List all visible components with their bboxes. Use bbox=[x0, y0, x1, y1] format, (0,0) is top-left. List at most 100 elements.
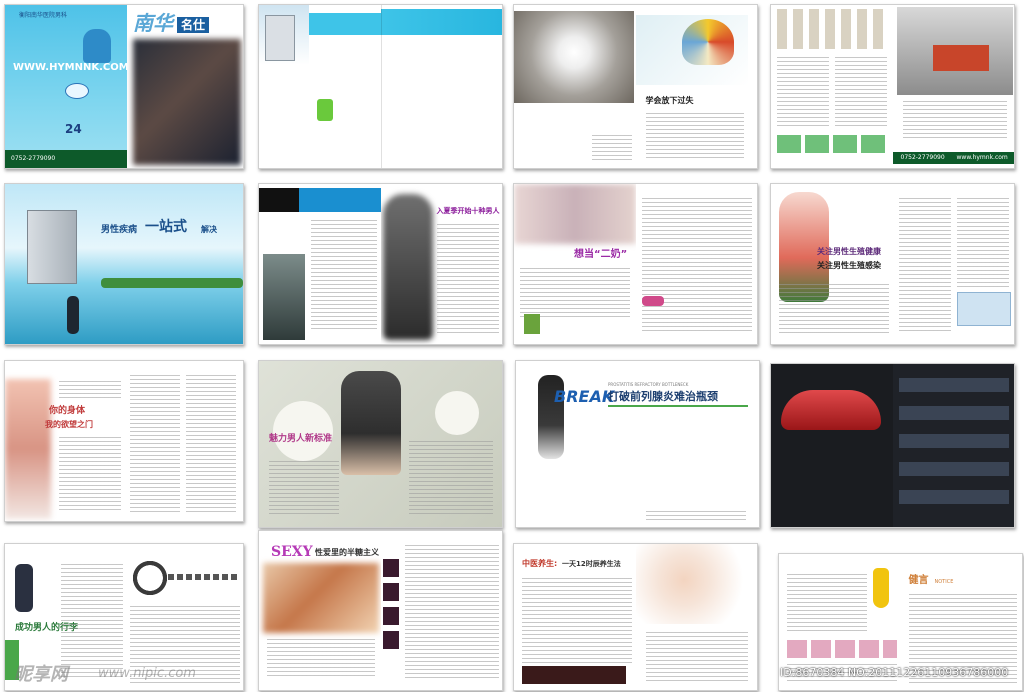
header-bar bbox=[309, 13, 381, 35]
desire-right-page bbox=[124, 361, 243, 521]
running-man bbox=[67, 296, 79, 334]
spread-building-intro[interactable] bbox=[258, 4, 503, 169]
hospital-header-text: 衡阳南华医院男科 bbox=[19, 12, 68, 19]
watermark-url: www.nipic.com bbox=[98, 666, 196, 681]
sexy-text-right bbox=[404, 545, 499, 679]
luggage-text-left bbox=[61, 564, 123, 680]
sexy-text-left bbox=[267, 639, 375, 679]
red-sign bbox=[932, 45, 989, 71]
spread-one-stop-solution[interactable]: 男性疾病 一站式 解决 bbox=[4, 183, 244, 345]
mistress-text-left bbox=[520, 268, 630, 318]
article-title: 魅力男人新标准 bbox=[269, 434, 333, 444]
light-left-page bbox=[514, 5, 636, 168]
spread-summer-men[interactable]: 入夏季开始十种男人 bbox=[258, 183, 503, 345]
title-line-one: 关注男性生殖健康 bbox=[817, 247, 881, 256]
ad-text bbox=[902, 101, 1007, 141]
spread-charming-man[interactable]: 魅力男人新标准 bbox=[258, 360, 503, 528]
ad-url: www.hymnk.com bbox=[956, 154, 1008, 161]
title-twelve-hours: 一天12时辰养生法 bbox=[562, 560, 621, 568]
spread-reproductive-health[interactable]: 关注男性生殖健康 关注男性生殖感染 bbox=[770, 183, 1015, 345]
banana-illustration bbox=[873, 568, 889, 608]
health-right-page bbox=[892, 184, 1014, 344]
spread-mistress[interactable]: 想当“二奶” bbox=[513, 183, 758, 345]
tcm-left-page: 中医养生: 一天12时辰养生法 bbox=[514, 544, 636, 690]
mistress-left-page: 想当“二奶” bbox=[514, 184, 636, 344]
break-brand: BREAK bbox=[554, 387, 615, 406]
briefcase-man-figure bbox=[15, 564, 33, 612]
desire-text-col-a bbox=[130, 375, 180, 515]
spread-sexy-half-sugar[interactable]: SEXY 性爱里的半糖主义 bbox=[258, 530, 503, 691]
model-photo bbox=[382, 194, 433, 340]
car-right-page bbox=[892, 364, 1014, 527]
spread-break-prostatitis[interactable]: BREAK 打破前列腺炎难治瓶颈 PROSTATITIS REFRACTORY … bbox=[515, 360, 760, 528]
website-address: WWW.HYMNNK.COM bbox=[13, 62, 127, 73]
tcm-text-left bbox=[522, 578, 632, 664]
chain-graphic bbox=[168, 574, 238, 580]
ad-right-page: 0752-2779090 www.hymnk.com bbox=[892, 5, 1014, 168]
listing-left-page bbox=[259, 184, 381, 344]
title-desire-door: 我的欲望之门 bbox=[45, 420, 93, 429]
mistress-right-page bbox=[635, 184, 757, 344]
article-title: 入夏季开始十种男人 bbox=[436, 207, 500, 215]
building-left-page bbox=[259, 5, 381, 168]
light-burst-image bbox=[514, 11, 634, 103]
charming-text-left bbox=[269, 461, 339, 515]
building-block bbox=[265, 15, 295, 61]
spread-desire-door[interactable]: 你的身体 我的欲望之门 bbox=[4, 360, 244, 522]
cover-right-page: 南华 名仕 bbox=[127, 5, 243, 168]
sexy-left-page: SEXY 性爱里的半糖主义 bbox=[259, 531, 381, 690]
left-body-text bbox=[592, 135, 632, 161]
desire-text-left bbox=[59, 381, 121, 401]
mistress-thumbnail bbox=[524, 314, 540, 334]
palm-island bbox=[101, 278, 243, 288]
photo-strip bbox=[263, 254, 305, 340]
green-underline bbox=[608, 405, 748, 407]
robot-icon bbox=[317, 99, 333, 121]
couple-photo bbox=[133, 39, 241, 165]
parachute-right-page: 学会放下过失 bbox=[635, 5, 757, 168]
red-sports-car bbox=[781, 390, 881, 430]
article-title: 性爱里的半糖主义 bbox=[315, 548, 379, 557]
spread-cover-website[interactable]: 衡阳南华医院男科 WWW.HYMNNK.COM 24 0752-2779090 … bbox=[4, 4, 244, 169]
dark-thumbnail-column bbox=[382, 559, 399, 649]
desire-left-page: 你的身体 我的欲望之门 bbox=[5, 361, 124, 521]
spread-tcm-wellness[interactable]: 中医养生: 一天12时辰养生法 bbox=[513, 543, 758, 691]
white-circle-right bbox=[435, 391, 479, 435]
listing-text bbox=[311, 220, 377, 332]
mistress-text-right bbox=[641, 198, 752, 334]
seated-woman-photo bbox=[341, 371, 401, 475]
title-tcm: 中医养生: bbox=[522, 559, 558, 568]
spread-let-go-of-mistakes[interactable]: 学会放下过失 bbox=[513, 4, 758, 169]
masthead-mingshi: 名仕 bbox=[177, 17, 210, 33]
parachute-canopy bbox=[681, 19, 734, 65]
tcm-right-page bbox=[635, 544, 757, 690]
tcm-text-right bbox=[645, 632, 748, 682]
notice-subtitle: NOTICE bbox=[934, 579, 954, 585]
model-text bbox=[436, 224, 499, 334]
charming-text-right bbox=[409, 441, 493, 515]
health-text-col-a bbox=[898, 198, 951, 334]
hours-number: 24 bbox=[65, 122, 82, 136]
pink-photo-strip bbox=[787, 640, 897, 658]
car-left-page bbox=[771, 364, 893, 527]
left-text-col-b bbox=[835, 57, 887, 129]
spread-cartoon-ad[interactable]: 0752-2779090 www.hymnk.com bbox=[770, 4, 1015, 169]
blurred-couple-banner bbox=[514, 184, 636, 244]
masthead-nanhua: 南华 bbox=[133, 11, 173, 35]
clock-chain-illustration bbox=[130, 558, 170, 598]
desire-text-left-lower bbox=[59, 437, 121, 513]
sleeping-baby-photo bbox=[635, 544, 756, 624]
cyan-header-band bbox=[380, 9, 502, 35]
ad-phone: 0752-2779090 bbox=[900, 154, 945, 161]
article-title: 想当“二奶” bbox=[574, 249, 628, 260]
sunbathing-women-photo bbox=[263, 563, 379, 633]
watermark-id: ID:8670384 NO:20111226110936786000 bbox=[780, 666, 1009, 679]
notice-title: 健言 bbox=[908, 575, 929, 586]
right-body-text bbox=[645, 113, 744, 159]
info-box bbox=[956, 292, 1011, 326]
white-circle-left bbox=[273, 401, 333, 461]
cover-left-page: 衡阳南华医院男科 WWW.HYMNNK.COM 24 0752-2779090 bbox=[5, 5, 127, 168]
cartoon-left-page bbox=[771, 5, 893, 168]
spread-sports-car[interactable] bbox=[770, 363, 1015, 528]
health-left-page: 关注男性生殖健康 关注男性生殖感染 bbox=[771, 184, 893, 344]
